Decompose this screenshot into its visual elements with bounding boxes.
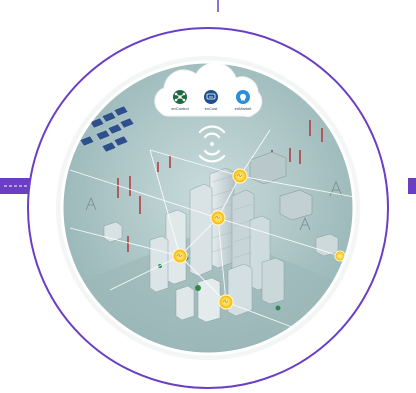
energy-platform-illustration <box>0 0 416 389</box>
cloud-service-icons <box>173 90 250 104</box>
energy-node-icon <box>210 210 226 226</box>
energy-node-icon <box>232 168 248 184</box>
energy-node-icon <box>172 248 188 264</box>
energy-node-icon <box>218 294 234 310</box>
right-accent-bar <box>408 178 416 194</box>
